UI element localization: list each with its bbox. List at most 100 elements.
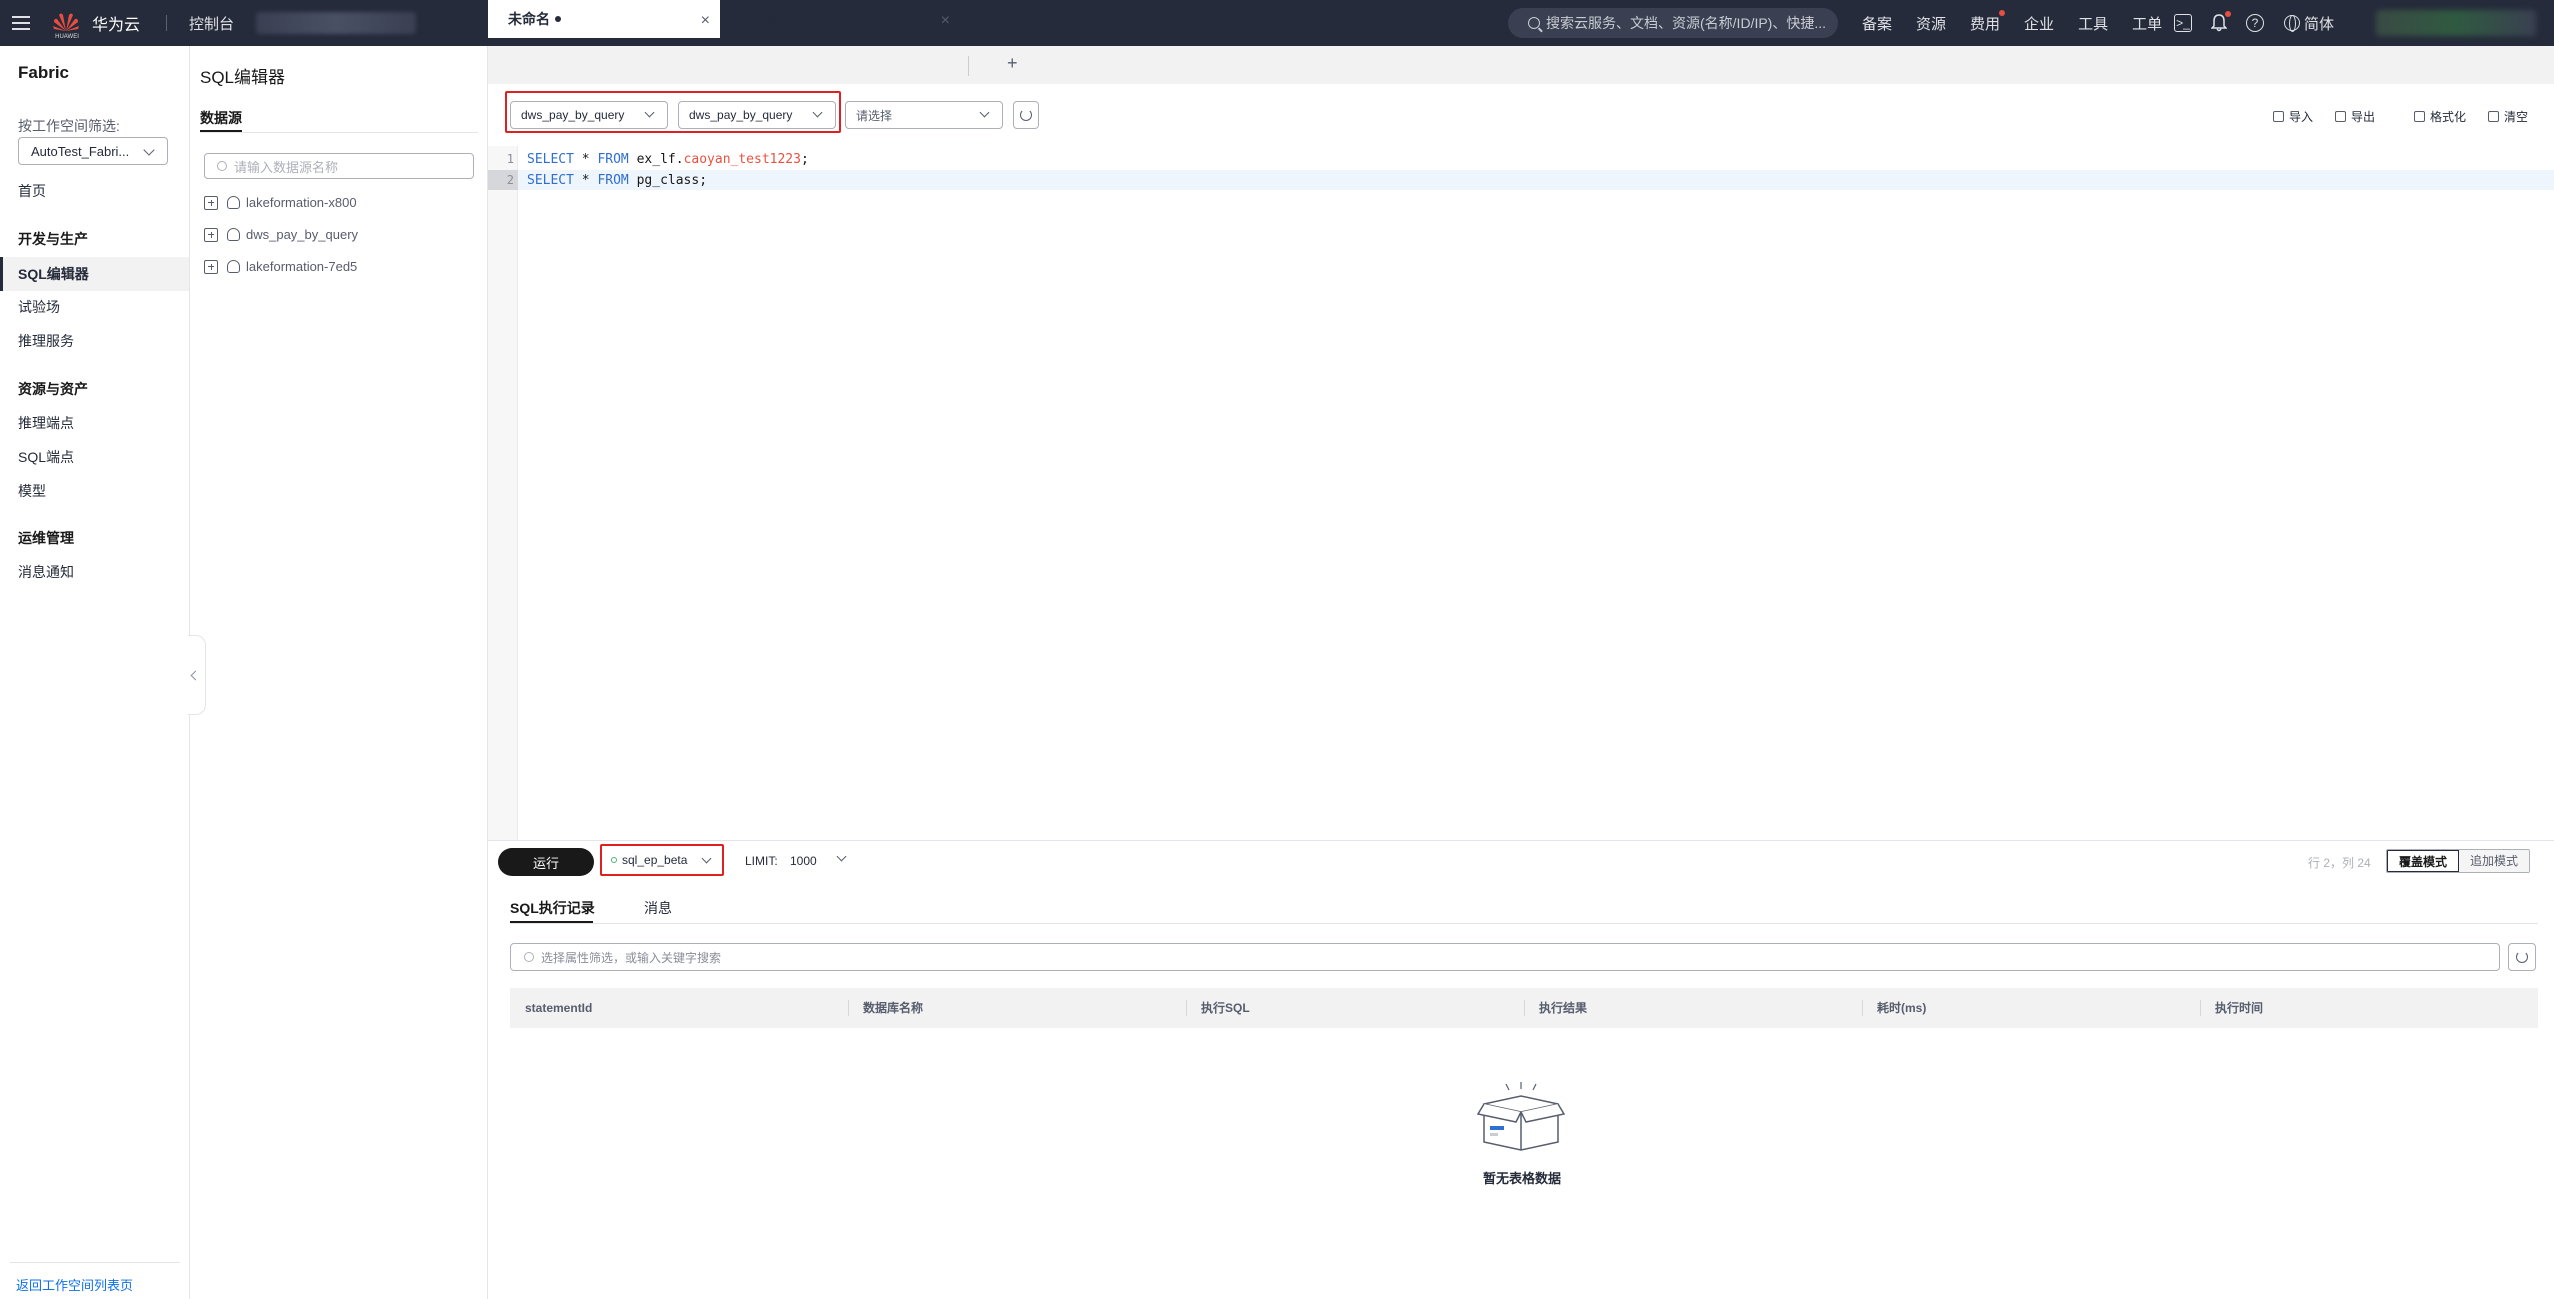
append-mode-button[interactable]: 追加模式 <box>2459 850 2530 872</box>
import-button[interactable]: 导入 <box>2273 108 2313 125</box>
datasource-icon <box>227 196 240 209</box>
top-nav: 备案 资源 费用 企业 工具 工单 <box>1862 0 2186 46</box>
nav-filing[interactable]: 备案 <box>1862 13 1892 34</box>
language-switch[interactable]: 简体 <box>2284 13 2334 34</box>
editor-tab[interactable]: 未命名 × <box>488 0 720 38</box>
expand-icon[interactable] <box>204 227 218 242</box>
back-to-workspaces-link[interactable]: 返回工作空间列表页 <box>16 1275 133 1294</box>
line-number: 1 <box>506 152 514 166</box>
console-link[interactable]: 控制台 <box>189 13 234 34</box>
history-filter-input[interactable]: 选择属性筛选，或输入关键字搜索 <box>510 943 2500 971</box>
search-icon <box>524 952 534 962</box>
format-button[interactable]: 格式化 <box>2414 108 2466 125</box>
cloudshell-icon[interactable]: >_ <box>2174 14 2192 32</box>
clear-label: 清空 <box>2504 110 2529 124</box>
datasource-search-input[interactable]: 请输入数据源名称 <box>204 153 474 179</box>
history-table-header: statementId 数据库名称 执行SQL 执行结果 耗时(ms) 执行时间 <box>510 988 2538 1028</box>
format-label: 格式化 <box>2430 110 2467 124</box>
mode-toggle: 覆盖模式 追加模式 <box>2386 849 2531 873</box>
close-icon[interactable]: × <box>941 12 950 30</box>
sql-keyword: SELECT <box>527 152 574 167</box>
sql-code-editor[interactable]: 1 2 SELECT * FROM ex_lf.caoyan_test1223;… <box>488 146 2554 840</box>
nav-inference-endpoint[interactable]: 推理端点 <box>18 413 74 433</box>
datasource-select[interactable]: dws_pay_by_query <box>510 101 668 129</box>
empty-box-icon <box>1476 1082 1566 1152</box>
chevron-down-icon <box>143 144 155 156</box>
panel-tab-divider <box>200 132 478 133</box>
collapse-panel-handle[interactable] <box>188 635 206 715</box>
results-tab-divider <box>510 923 2538 924</box>
tree-item[interactable]: lakeformation-7ed5 <box>204 259 357 274</box>
topbar-divider <box>166 15 168 31</box>
nav-home[interactable]: 首页 <box>18 181 46 201</box>
line-number: 2 <box>506 173 514 187</box>
run-button[interactable]: 运行 <box>498 848 594 876</box>
status-dot-icon <box>611 857 617 863</box>
workspace-select[interactable]: AutoTest_Fabri... <box>18 137 168 165</box>
expand-icon[interactable] <box>204 259 218 274</box>
expand-icon[interactable] <box>204 195 218 210</box>
cursor-position: 行 2，列 24 <box>2308 856 2371 870</box>
nav-sql-endpoint[interactable]: SQL端点 <box>18 447 74 467</box>
table-identifier: caoyan_test1223 <box>683 152 801 167</box>
chevron-down-icon <box>644 107 655 118</box>
billing-badge <box>1999 9 2006 16</box>
nav-billing[interactable]: 费用 <box>1970 9 2006 34</box>
nav-playground[interactable]: 试验场 <box>18 297 60 317</box>
tree-item[interactable]: dws_pay_by_query <box>204 227 358 242</box>
global-search-input[interactable]: 搜索云服务、文档、资源(名称/ID/IP)、快捷... <box>1508 8 1838 38</box>
huawei-logo-icon: HUAWEI <box>52 12 80 40</box>
menu-icon[interactable] <box>12 16 30 30</box>
nav-model[interactable]: 模型 <box>18 481 46 501</box>
notification-badge <box>2225 11 2231 17</box>
nav-notifications[interactable]: 消息通知 <box>18 562 74 582</box>
bell-icon[interactable] <box>2210 11 2231 32</box>
tree-item[interactable]: lakeformation-x800 <box>204 195 357 210</box>
export-button[interactable]: 导出 <box>2335 108 2375 125</box>
clear-button[interactable]: 清空 <box>2488 108 2528 125</box>
sql-keyword: SELECT <box>527 173 574 188</box>
help-icon[interactable]: ? <box>2246 14 2264 32</box>
tab-messages[interactable]: 消息 <box>644 898 672 918</box>
nav-resources[interactable]: 资源 <box>1916 13 1946 34</box>
overwrite-mode-button[interactable]: 覆盖模式 <box>2387 850 2460 872</box>
schema-select[interactable]: 请选择 <box>845 101 1003 129</box>
code-text: * <box>573 173 598 188</box>
nav-group-ops: 运维管理 <box>18 530 74 546</box>
endpoint-select[interactable]: sql_ep_beta <box>600 844 724 876</box>
tab-sql-history[interactable]: SQL执行记录 <box>510 898 595 918</box>
add-tab-button[interactable]: + <box>1007 53 1018 74</box>
code-text: * <box>573 152 598 167</box>
nav-tickets[interactable]: 工单 <box>2132 13 2162 34</box>
refresh-button[interactable] <box>1013 101 1039 129</box>
history-refresh-button[interactable] <box>2508 943 2536 971</box>
limit-label: LIMIT: <box>745 854 778 868</box>
nav-group-dev: 开发与生产 <box>18 231 88 247</box>
nav-sql-editor[interactable]: SQL编辑器 <box>18 264 89 284</box>
datasource-panel: SQL编辑器 数据源 请输入数据源名称 lakeformation-x800 d… <box>190 46 488 1299</box>
nav-tools[interactable]: 工具 <box>2078 13 2108 34</box>
close-icon[interactable]: × <box>701 12 710 30</box>
limit-select-value[interactable]: 1000 <box>790 854 817 868</box>
datasource-search-placeholder: 请输入数据源名称 <box>234 159 339 175</box>
region-selector-blurred[interactable] <box>256 12 417 34</box>
nav-billing-label: 费用 <box>1970 15 2001 33</box>
nav-enterprise[interactable]: 企业 <box>2024 13 2054 34</box>
editor-tab[interactable]: 未命名 × <box>728 0 960 38</box>
user-account-blurred[interactable] <box>2376 10 2536 36</box>
code-text: ; <box>800 152 809 167</box>
database-select[interactable]: dws_pay_by_query <box>678 101 836 129</box>
tree-item-label: lakeformation-x800 <box>246 195 357 210</box>
nav-inference-service[interactable]: 推理服务 <box>18 331 74 351</box>
tab-datasource[interactable]: 数据源 <box>200 108 242 128</box>
tab-active-underline <box>510 921 593 923</box>
nav-group-resources: 资源与资产 <box>18 381 88 397</box>
import-label: 导入 <box>2289 110 2314 124</box>
search-icon <box>217 161 227 171</box>
chevron-down-icon <box>979 107 990 118</box>
tree-item-label: dws_pay_by_query <box>246 227 359 242</box>
huawei-logo[interactable]: HUAWEI 华为云 <box>52 11 140 40</box>
workspace-select-value: AutoTest_Fabri... <box>31 143 130 159</box>
unsaved-dot-icon <box>795 16 801 22</box>
editor-tab-label: 未命名 <box>748 11 790 27</box>
